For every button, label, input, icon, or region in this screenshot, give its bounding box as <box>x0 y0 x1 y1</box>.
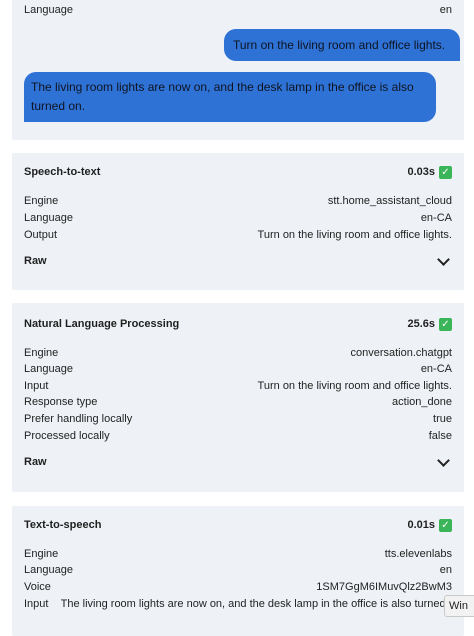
nlp-row-prefer-local: Prefer handling locally true <box>24 411 452 427</box>
nlp-engine-value: conversation.chatgpt <box>350 347 452 359</box>
stt-row-language: Language en-CA <box>24 210 452 226</box>
conversation-language-row: Language en <box>24 2 452 18</box>
chevron-down-icon[interactable] <box>437 252 450 266</box>
nlp-processed-local-label: Processed locally <box>24 430 110 442</box>
tts-input-value: The living room lights are now on, and t… <box>60 598 464 610</box>
nlp-prefer-local-label: Prefer handling locally <box>24 413 133 425</box>
nlp-raw-toggle[interactable]: Raw <box>24 453 452 470</box>
tts-row-voice: Voice 1SM7GgM6IMuvQlz2BwM3 <box>24 579 452 595</box>
assistant-message-bubble: The living room lights are now on, and t… <box>24 72 436 122</box>
tts-engine-value: tts.elevenlabs <box>384 548 452 560</box>
nlp-duration-value: 25.6s <box>407 318 435 330</box>
tts-voice-value: 1SM7GgM6IMuvQlz2BwM3 <box>316 581 452 593</box>
nlp-duration: 25.6s ✓ <box>407 316 452 332</box>
nlp-prefer-local-value: true <box>433 413 452 425</box>
nlp-response-type-label: Response type <box>24 396 98 408</box>
tts-engine-label: Engine <box>24 548 59 560</box>
nlp-engine-label: Engine <box>24 347 59 359</box>
conversation-card: Language en Turn on the living room and … <box>12 0 464 140</box>
tts-title: Text-to-speech <box>24 519 102 531</box>
check-icon: ✓ <box>439 165 452 179</box>
nlp-row-input: Input Turn on the living room and office… <box>24 378 452 394</box>
stt-duration-value: 0.03s <box>407 166 435 178</box>
stt-row-output: Output Turn on the living room and offic… <box>24 227 452 243</box>
nlp-row-language: Language en-CA <box>24 361 452 377</box>
nlp-input-label: Input <box>24 380 49 392</box>
nlp-row-engine: Engine conversation.chatgpt <box>24 345 452 361</box>
tts-row-language: Language en <box>24 562 452 578</box>
stt-engine-label: Engine <box>24 195 59 207</box>
tts-input-label: Input <box>24 598 49 610</box>
nlp-title: Natural Language Processing <box>24 318 180 330</box>
window-overlay-tab[interactable]: Win <box>444 595 474 617</box>
conversation-language-label: Language <box>24 4 73 16</box>
nlp-row-processed-local: Processed locally false <box>24 428 452 444</box>
tts-language-label: Language <box>24 564 73 576</box>
tts-voice-label: Voice <box>24 581 51 593</box>
tts-card: Text-to-speech 0.01s ✓ Engine tts.eleven… <box>12 506 464 636</box>
user-message-bubble: Turn on the living room and office light… <box>224 29 460 61</box>
tts-header: Text-to-speech 0.01s ✓ <box>24 517 452 533</box>
tts-row-input: Input The living room lights are now on,… <box>24 596 464 612</box>
nlp-header: Natural Language Processing 25.6s ✓ <box>24 316 452 332</box>
chevron-down-icon[interactable] <box>437 453 450 467</box>
tts-row-engine: Engine tts.elevenlabs <box>24 546 452 562</box>
stt-output-value: Turn on the living room and office light… <box>257 229 452 241</box>
stt-card: Speech-to-text 0.03s ✓ Engine stt.home_a… <box>12 153 464 290</box>
stt-row-engine: Engine stt.home_assistant_cloud <box>24 193 452 209</box>
stt-raw-toggle[interactable]: Raw <box>24 252 452 269</box>
tts-duration-value: 0.01s <box>407 519 435 531</box>
nlp-language-label: Language <box>24 363 73 375</box>
nlp-raw-label: Raw <box>24 456 47 468</box>
stt-raw-label: Raw <box>24 255 47 267</box>
nlp-response-type-value: action_done <box>392 396 452 408</box>
stt-language-value: en-CA <box>420 212 452 224</box>
stt-engine-value: stt.home_assistant_cloud <box>327 195 452 207</box>
nlp-language-value: en-CA <box>420 363 452 375</box>
stt-duration: 0.03s ✓ <box>407 164 452 180</box>
tts-language-value: en <box>439 564 452 576</box>
stt-header: Speech-to-text 0.03s ✓ <box>24 164 452 180</box>
stt-language-label: Language <box>24 212 73 224</box>
conversation-language-value: en <box>439 4 452 16</box>
stt-output-label: Output <box>24 229 58 241</box>
nlp-input-value: Turn on the living room and office light… <box>257 380 452 392</box>
check-icon: ✓ <box>439 317 452 331</box>
tts-duration: 0.01s ✓ <box>407 517 452 533</box>
stt-title: Speech-to-text <box>24 166 101 178</box>
nlp-row-response-type: Response type action_done <box>24 394 452 410</box>
nlp-card: Natural Language Processing 25.6s ✓ Engi… <box>12 303 464 492</box>
check-icon: ✓ <box>439 518 452 532</box>
nlp-processed-local-value: false <box>428 430 452 442</box>
